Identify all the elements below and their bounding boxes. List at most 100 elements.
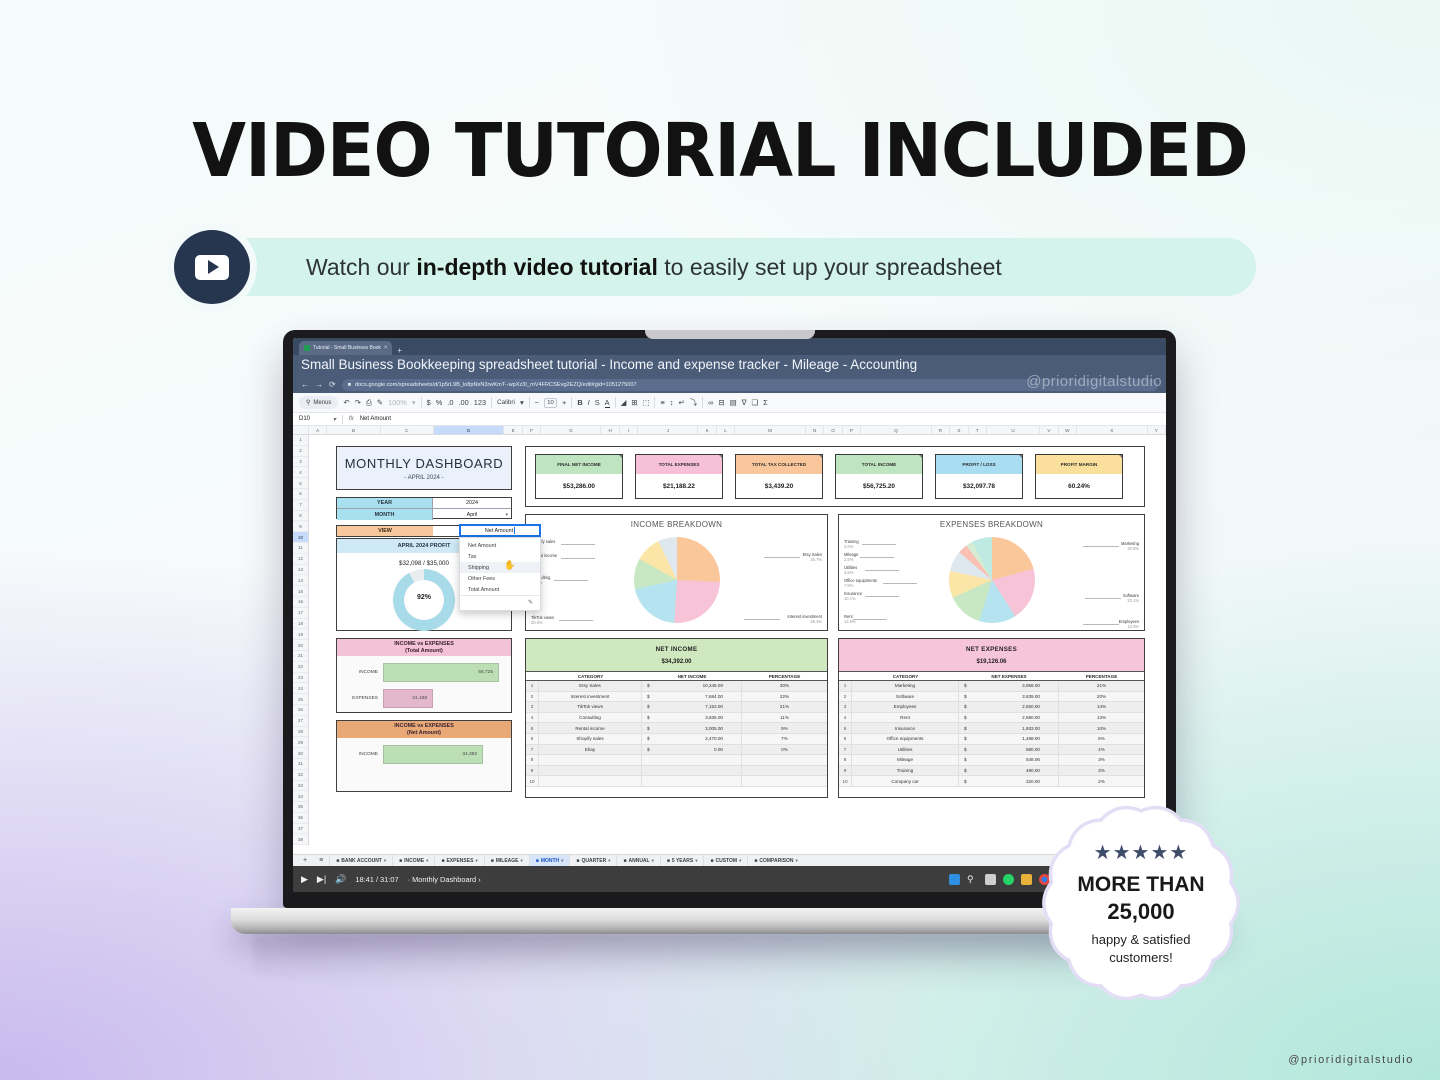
print-icon[interactable]: ⎙	[366, 398, 372, 408]
insert-link-icon[interactable]: ∞	[708, 398, 713, 407]
close-icon[interactable]: ×	[384, 345, 388, 351]
row-header-4[interactable]: 4	[293, 467, 308, 479]
cell-reference-input[interactable]: D10	[299, 416, 327, 422]
decrease-decimal-icon[interactable]: .0	[447, 398, 453, 407]
row-header-21[interactable]: 21	[293, 651, 308, 662]
chevron-down-icon[interactable]: ▾	[652, 858, 654, 864]
row-header-28[interactable]: 28	[293, 727, 308, 738]
borders-icon[interactable]: ⊞	[631, 398, 637, 407]
whatsapp-icon[interactable]	[1003, 873, 1014, 885]
column-header-T[interactable]: T	[969, 426, 987, 434]
row-header-12[interactable]: 12	[293, 554, 308, 565]
row-header-16[interactable]: 16	[293, 597, 308, 608]
filter-views-icon[interactable]: ❑	[752, 398, 759, 407]
row-header-23[interactable]: 23	[293, 673, 308, 684]
dropdown-option-net-amount[interactable]: Net Amount	[460, 540, 540, 551]
month-value[interactable]: April ▾	[433, 509, 511, 520]
chevron-down-icon[interactable]: ▾	[521, 858, 523, 864]
column-header-S[interactable]: S	[950, 426, 969, 434]
column-header-C[interactable]: C	[381, 426, 434, 434]
row-header-2[interactable]: 2	[293, 446, 308, 457]
row-header-24[interactable]: 24	[293, 683, 308, 695]
dropdown-option-shipping[interactable]: Shipping ✋	[460, 560, 540, 573]
chevron-down-icon[interactable]: ▾	[520, 398, 524, 407]
column-header-U[interactable]: U	[987, 426, 1041, 434]
row-header-9[interactable]: 9	[293, 521, 308, 533]
row-header-11[interactable]: 11	[293, 543, 308, 554]
menus-button[interactable]: ⚲ Menus	[299, 396, 339, 409]
sheet-tab-bank-account[interactable]: ■ BANK ACCOUNT ▾	[329, 855, 392, 866]
text-rotation-icon[interactable]: ⤵	[690, 397, 697, 408]
dropdown-option-other-fees[interactable]: Other Fees	[460, 573, 540, 584]
sheet-tab-5-years[interactable]: ■ 5 YEARS ▾	[659, 855, 704, 866]
insert-chart-icon[interactable]: ▤	[730, 398, 737, 407]
row-header-27[interactable]: 27	[293, 716, 308, 727]
fill-color-icon[interactable]: ◢	[621, 398, 627, 407]
back-icon[interactable]: ←	[301, 380, 309, 389]
video-chapter[interactable]: · Monthly Dashboard ›	[408, 875, 481, 884]
chevron-down-icon[interactable]: ▾	[475, 858, 477, 864]
column-header-O[interactable]: O	[824, 426, 843, 434]
play-icon[interactable]: ▶	[301, 874, 308, 885]
merge-cells-icon[interactable]: ⬚	[642, 398, 649, 407]
paint-format-icon[interactable]: ✎	[377, 398, 383, 407]
chevron-down-icon[interactable]: ▾	[739, 858, 741, 864]
column-header-K[interactable]: K	[698, 426, 717, 434]
chevron-down-icon[interactable]: ▾	[695, 858, 697, 864]
column-header-B[interactable]: B	[327, 426, 381, 434]
chevron-down-icon[interactable]: ▾	[795, 858, 797, 864]
browser-tab[interactable]: Tutorial - Small Business Book ×	[299, 341, 393, 355]
chevron-down-icon[interactable]: ▾	[561, 858, 563, 864]
all-sheets-icon[interactable]: ≡	[313, 857, 329, 864]
sheet-tab-quarter[interactable]: ■ QUARTER ▾	[569, 855, 616, 866]
volume-icon[interactable]: 🔊	[335, 874, 346, 885]
row-header-32[interactable]: 32	[293, 770, 308, 781]
new-tab-icon[interactable]: +	[397, 346, 402, 355]
percent-format-icon[interactable]: %	[436, 398, 443, 407]
forward-icon[interactable]: →	[315, 380, 323, 389]
row-header-6[interactable]: 6	[293, 489, 308, 500]
file-explorer-icon[interactable]	[1021, 873, 1032, 885]
task-view-icon[interactable]	[985, 873, 996, 885]
reload-icon[interactable]: ⟳	[329, 380, 336, 389]
column-header-I[interactable]: I	[620, 426, 639, 434]
view-dropdown-menu[interactable]: Net Amount Tax Shipping ✋ Other Fees Total Am…	[459, 537, 541, 611]
row-header-25[interactable]: 25	[293, 694, 308, 705]
column-header-H[interactable]: H	[601, 426, 620, 434]
row-header-22[interactable]: 22	[293, 662, 308, 673]
zoom-level[interactable]: 100%	[388, 398, 407, 407]
filter-icon[interactable]: ∇	[742, 398, 747, 407]
start-icon[interactable]	[949, 873, 960, 885]
row-header-38[interactable]: 38	[293, 834, 308, 846]
sheet-tab-annual[interactable]: ■ ANNUAL ▾	[616, 855, 659, 866]
chevron-down-icon[interactable]: ▾	[426, 858, 428, 864]
column-header-F[interactable]: F	[523, 426, 542, 434]
sheet-tab-expenses[interactable]: ■ EXPENSES ▾	[434, 855, 483, 866]
chevron-down-icon[interactable]: ▾	[412, 398, 416, 407]
column-header-X[interactable]: X	[1077, 426, 1148, 434]
row-header-18[interactable]: 18	[293, 619, 308, 630]
text-wrap-icon[interactable]: ↵	[678, 398, 684, 407]
row-header-35[interactable]: 35	[293, 802, 308, 813]
search-icon[interactable]: ⚲	[967, 874, 978, 885]
sheet-canvas[interactable]: MONTHLY DASHBOARD - APRIL 2024 - YEAR 20…	[309, 435, 1166, 845]
vertical-align-icon[interactable]: ≡	[660, 398, 664, 407]
column-header-M[interactable]: M	[735, 426, 806, 434]
view-dropdown-input[interactable]: Net Amount	[459, 524, 541, 537]
sheet-tab-custom[interactable]: ■ CUSTOM ▾	[703, 855, 747, 866]
redo-icon[interactable]: ↷	[355, 398, 361, 407]
row-header-14[interactable]: 14	[293, 575, 308, 587]
row-header-29[interactable]: 29	[293, 737, 308, 749]
currency-format-icon[interactable]: $	[427, 398, 431, 407]
column-header-Y[interactable]: Y	[1148, 426, 1166, 434]
row-header-19[interactable]: 19	[293, 629, 308, 641]
column-header-D[interactable]: D	[433, 426, 505, 434]
column-header-G[interactable]: G	[541, 426, 602, 434]
row-header-5[interactable]: 5	[293, 478, 308, 489]
chevron-down-icon[interactable]: ▾	[384, 858, 386, 864]
row-header-17[interactable]: 17	[293, 608, 308, 619]
next-icon[interactable]: ▶|	[317, 874, 326, 885]
chevron-down-icon[interactable]: ▾	[333, 416, 336, 423]
row-header-36[interactable]: 36	[293, 813, 308, 824]
insert-comment-icon[interactable]: ⊟	[718, 398, 724, 407]
